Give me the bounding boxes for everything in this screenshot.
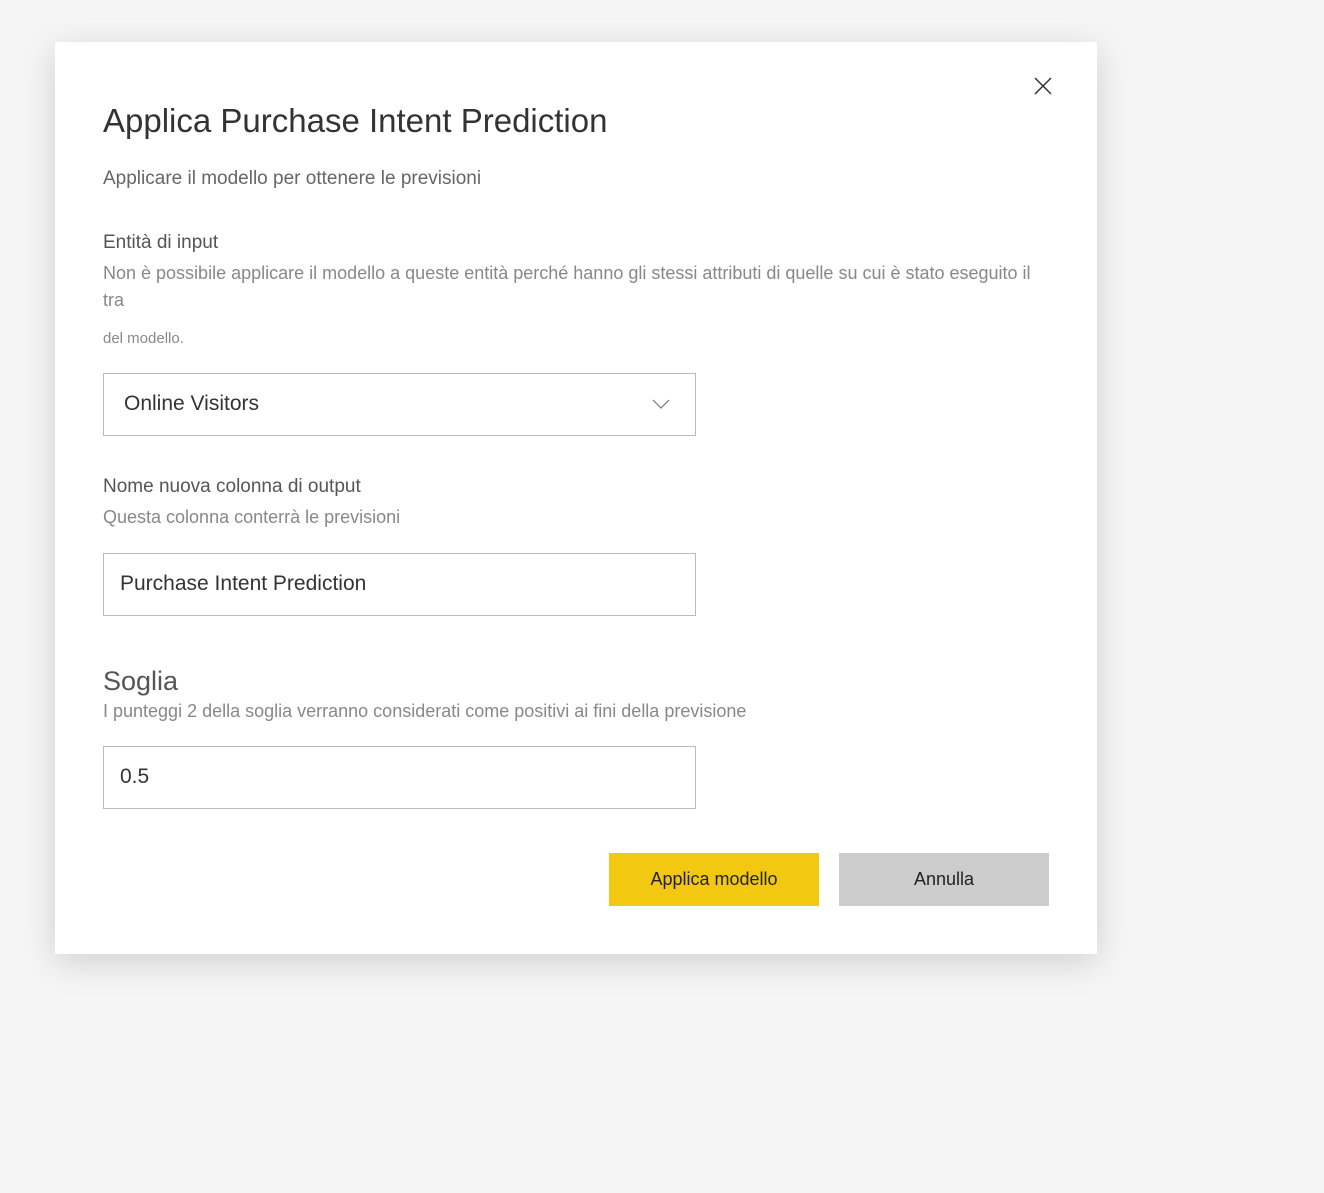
button-row: Applica modello Annulla	[609, 853, 1049, 906]
output-column-description: Questa colonna conterrà le previsioni	[103, 504, 1049, 531]
chevron-down-icon	[651, 398, 671, 410]
dialog-subtitle: Applicare il modello per ottenere le pre…	[103, 168, 1049, 190]
input-entity-label: Entità di input	[103, 232, 1049, 254]
threshold-description: I punteggi 2 della soglia verranno consi…	[103, 701, 1049, 722]
input-entity-value: Online Visitors	[124, 392, 259, 416]
input-entity-group: Entità di input Non è possibile applicar…	[103, 232, 1049, 436]
input-entity-dropdown[interactable]: Online Visitors	[103, 373, 696, 436]
apply-button[interactable]: Applica modello	[609, 853, 819, 906]
output-column-input[interactable]	[103, 553, 696, 616]
close-icon	[1031, 74, 1055, 98]
output-column-group: Nome nuova colonna di output Questa colo…	[103, 476, 1049, 616]
close-button[interactable]	[1029, 72, 1057, 100]
threshold-group: Soglia I punteggi 2 della soglia verrann…	[103, 666, 1049, 809]
input-entity-description-1: Non è possibile applicare il modello a q…	[103, 260, 1049, 314]
dialog-title: Applica Purchase Intent Prediction	[103, 102, 1049, 140]
output-column-label: Nome nuova colonna di output	[103, 476, 1049, 498]
input-entity-description-2: del modello.	[103, 328, 1049, 351]
dialog-apply-model: Applica Purchase Intent Prediction Appli…	[55, 42, 1097, 954]
threshold-heading: Soglia	[103, 666, 1049, 697]
threshold-input[interactable]	[103, 746, 696, 809]
cancel-button[interactable]: Annulla	[839, 853, 1049, 906]
